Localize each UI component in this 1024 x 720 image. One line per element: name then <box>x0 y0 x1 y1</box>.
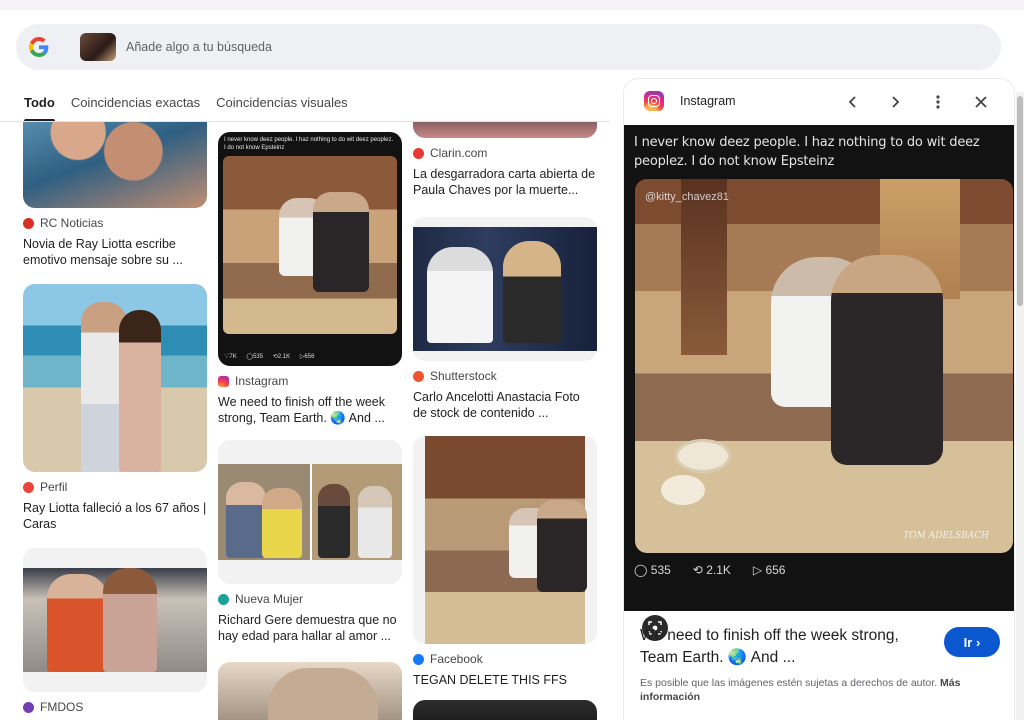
instagram-favicon-icon <box>218 375 229 387</box>
go-button[interactable]: Ir › <box>944 627 1000 657</box>
result-title[interactable]: We need to finish off the week strong, T… <box>218 394 402 426</box>
query-image-thumbnail[interactable] <box>80 33 116 61</box>
share-stat: ▷ 656 <box>752 563 786 577</box>
repost-stat: ⟲ 2.1K <box>692 563 731 577</box>
more-options-button[interactable] <box>925 89 951 115</box>
result-card[interactable]: Nueva Mujer Richard Gere demuestra que n… <box>218 440 402 644</box>
result-image[interactable] <box>413 436 597 644</box>
previous-button[interactable] <box>840 89 866 115</box>
chevron-left-icon <box>848 96 856 108</box>
result-source-label: Perfil <box>40 480 68 494</box>
result-tabs: Todo Coincidencias exactas Coincidencias… <box>16 88 356 122</box>
close-icon <box>975 96 987 108</box>
result-card[interactable]: Facebook TEGAN DELETE THIS FFS <box>413 436 597 688</box>
result-image[interactable] <box>218 662 402 720</box>
copyright-note: Es posible que las imágenes estén sujeta… <box>640 676 980 704</box>
thumb-stats: ♡7K ◯535 ⟲2.1K ▷656 <box>224 354 315 360</box>
share-count: 656 <box>765 563 786 577</box>
rc-noticias-favicon-icon <box>23 217 34 229</box>
fmdos-favicon-icon <box>23 701 34 713</box>
page: Todo Coincidencias exactas Coincidencias… <box>0 0 1024 720</box>
result-card[interactable] <box>218 662 402 720</box>
copyright-note-text: Es posible que las imágenes estén sujeta… <box>640 677 938 689</box>
result-source: Nueva Mujer <box>218 592 402 606</box>
photo-handle: @kitty_chavez81 <box>645 191 729 203</box>
result-source-label: FMDOS <box>40 700 84 714</box>
panel-photo: @kitty_chavez81 TOM ADELSBACH <box>635 179 1013 553</box>
result-source: Shutterstock <box>413 369 597 383</box>
perfil-favicon-icon <box>23 481 34 493</box>
panel-source[interactable]: Instagram <box>680 94 736 108</box>
panel-title[interactable]: We need to finish off the week strong, T… <box>640 625 940 669</box>
result-card[interactable]: FMDOS <box>23 548 207 714</box>
clarin-favicon-icon <box>413 147 424 159</box>
result-source-label: Shutterstock <box>430 369 497 383</box>
panel-image[interactable]: I never know deez people. I haz nothing … <box>624 125 1014 641</box>
result-card[interactable]: I never know deez people. I haz nothing … <box>218 132 402 426</box>
result-image[interactable] <box>23 122 207 208</box>
result-image[interactable] <box>413 700 597 720</box>
panel-image-caption: I never know deez people. I haz nothing … <box>634 135 980 169</box>
result-source: Instagram <box>218 374 402 388</box>
more-vert-icon <box>936 95 940 109</box>
nueva-mujer-favicon-icon <box>218 593 229 605</box>
panel-image-stats: ◯ 535 ⟲ 2.1K ▷ 656 <box>634 563 785 577</box>
result-source-label: RC Noticias <box>40 216 104 230</box>
result-image[interactable]: I never know deez people. I haz nothing … <box>218 132 402 366</box>
close-button[interactable] <box>968 89 994 115</box>
result-card[interactable]: Perfil Ray Liotta falleció a los 67 años… <box>23 284 207 532</box>
results-grid: RC Noticias Novia de Ray Liotta escribe … <box>0 122 612 720</box>
detail-panel: Instagram I never know deez people. I ha… <box>624 79 1014 720</box>
top-strip <box>0 0 1024 10</box>
tab-todo[interactable]: Todo <box>16 88 63 122</box>
google-logo-icon[interactable] <box>29 37 49 57</box>
result-image[interactable] <box>218 440 402 584</box>
tab-coincidencias-exactas[interactable]: Coincidencias exactas <box>63 88 208 122</box>
result-card[interactable] <box>413 700 597 720</box>
result-card[interactable]: RC Noticias Novia de Ray Liotta escribe … <box>23 122 207 268</box>
photo-watermark: TOM ADELSBACH <box>903 531 989 541</box>
instagram-icon <box>644 91 664 111</box>
result-source-label: Clarin.com <box>430 146 488 160</box>
repost-count: 2.1K <box>706 563 731 577</box>
next-button[interactable] <box>882 89 908 115</box>
result-image[interactable] <box>413 122 597 138</box>
result-image[interactable] <box>413 217 597 361</box>
comment-stat: ◯ 535 <box>634 563 671 577</box>
comment-count: 535 <box>650 563 671 577</box>
panel-header: Instagram <box>624 79 1014 125</box>
result-source: Facebook <box>413 652 597 666</box>
result-title[interactable]: Carlo Ancelotti Anastacia Foto de stock … <box>413 389 597 421</box>
result-source-label: Instagram <box>235 374 289 388</box>
thumb-caption: I never know deez people. I haz nothing … <box>224 137 394 151</box>
result-card[interactable]: Clarin.com La desgarradora carta abierta… <box>413 122 597 198</box>
result-source-label: Facebook <box>430 652 483 666</box>
result-title[interactable]: Novia de Ray Liotta escribe emotivo mens… <box>23 236 207 268</box>
search-input[interactable] <box>126 36 726 58</box>
result-source: RC Noticias <box>23 216 207 230</box>
chevron-right-icon: › <box>975 634 981 650</box>
facebook-favicon-icon <box>413 653 424 665</box>
scrollbar[interactable] <box>1016 92 1024 720</box>
result-source-label: Nueva Mujer <box>235 592 304 606</box>
chevron-right-icon <box>892 96 900 108</box>
shutterstock-favicon-icon <box>413 370 424 382</box>
search-bar[interactable] <box>16 24 1001 70</box>
result-source: Perfil <box>23 480 207 494</box>
result-source: Clarin.com <box>413 146 597 160</box>
result-card[interactable]: Shutterstock Carlo Ancelotti Anastacia F… <box>413 217 597 421</box>
result-title[interactable]: Ray Liotta falleció a los 67 años | Cara… <box>23 500 207 532</box>
result-title[interactable]: La desgarradora carta abierta de Paula C… <box>413 166 597 198</box>
result-title[interactable]: TEGAN DELETE THIS FFS <box>413 672 597 688</box>
result-title[interactable]: Richard Gere demuestra que no hay edad p… <box>218 612 402 644</box>
scrollbar-thumb[interactable] <box>1017 96 1023 306</box>
result-source: FMDOS <box>23 700 207 714</box>
tab-coincidencias-visuales[interactable]: Coincidencias visuales <box>208 88 356 122</box>
go-button-label: Ir <box>963 634 973 650</box>
result-image[interactable] <box>23 284 207 472</box>
result-image[interactable] <box>23 548 207 692</box>
